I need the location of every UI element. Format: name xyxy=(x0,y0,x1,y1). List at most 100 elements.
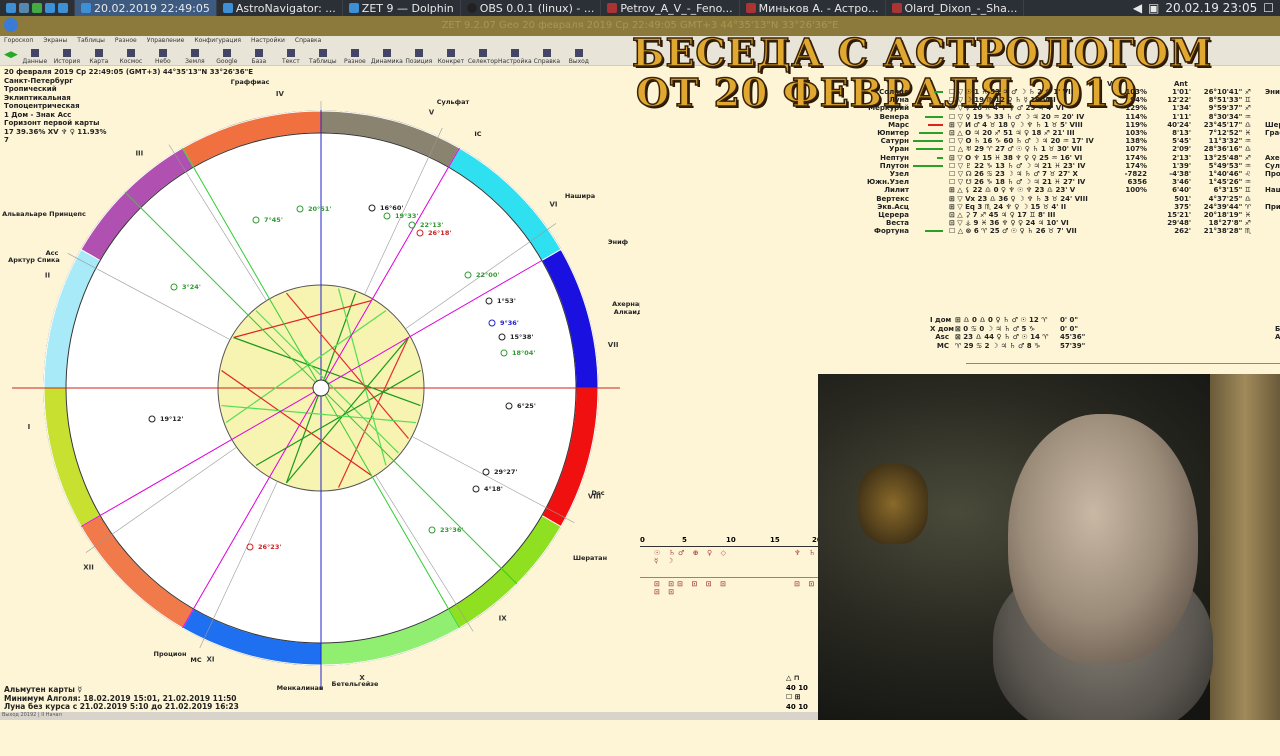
strength-bar xyxy=(913,107,943,109)
planet-row[interactable]: Южн.Узел ☐ ▽ ☋ 26 ♑ 18 ♄ ♂ ☽ ♃ 21 ♓ 27' I… xyxy=(860,178,1280,186)
planet-row[interactable]: Солнце ☐ ▽ ☉ 1 ♓ 53 ♃ ♂ ☽ ♄ 2 ♆ 1' VII 103… xyxy=(860,88,1280,96)
legend-value: 10 xyxy=(798,683,808,692)
planet-degree-label: 1°53' xyxy=(497,297,516,305)
toolbar-button[interactable]: Google xyxy=(212,46,242,65)
pdf-icon xyxy=(891,3,902,13)
ruler-glyphs: ☉ ♄♂ ⊕ ♀ ◇ ♆ ♄ ☿ ☽ xyxy=(654,549,819,565)
house-label: IV xyxy=(276,90,285,98)
planet-row[interactable]: Сатурн ☐ ▽ O ♄ 16 ♑ 60 ♄ ♂ ☽ ♃ 20 ♒ 17' I… xyxy=(860,137,1280,145)
toolbar-button[interactable]: Выход xyxy=(564,46,594,65)
menu-item[interactable]: Настройки xyxy=(251,36,285,46)
planet-position: ⊞ ▽ Eq 3 ♏ 24 ♆ ♀ ☽ 15 ♉ 4' II xyxy=(949,202,1067,211)
menu-item[interactable]: Экраны xyxy=(43,36,67,46)
menu-item[interactable]: Гороскоп xyxy=(4,36,33,46)
planet-row[interactable]: Луна ☐ ▽ ☽ 19 ♍ 12 ♀ ♄ ☿ 19 VIII 94% 12'22'… xyxy=(860,96,1280,104)
strength-bar xyxy=(913,123,943,126)
toolbar-button[interactable]: Космос xyxy=(116,46,146,65)
volume-icon[interactable]: ◀ xyxy=(1133,1,1142,15)
house-position: ⊠ 23 ♎ 44 ♀ ♄ ♂ ☉ 14 ♈ xyxy=(955,333,1049,341)
toolbar-button[interactable]: Разное xyxy=(340,46,370,65)
toolbar-button[interactable]: Таблицы xyxy=(308,46,338,65)
house-degree: 57'39" xyxy=(1060,341,1086,350)
planet-name: Луна xyxy=(889,96,909,105)
fixed-star-label: Бетельгейзе xyxy=(332,680,380,688)
menu-item[interactable]: Конфигурация xyxy=(194,36,241,46)
toolbar-button[interactable]: Динамика xyxy=(371,46,403,65)
legend-value: 10 xyxy=(798,702,808,711)
house-row[interactable]: Asc ⊠ 23 ♎ 44 ♀ ♄ ♂ ☉ 14 ♈ 45'36" Арктур xyxy=(930,333,1280,342)
network-icon[interactable]: ▣ xyxy=(1148,1,1159,15)
task-zet-chart[interactable]: 20.02.2019 22:49:05 xyxy=(75,0,217,16)
clock[interactable]: 20.02.19 23:05 xyxy=(1165,1,1257,15)
planet-row[interactable]: Веста ⊡ ▽ ⚶ 9 ♓ 36 ♆ ♀ ♀ 24 ♃ 10' VI 29'48… xyxy=(860,219,1280,227)
planet-name: Лилит xyxy=(884,186,909,195)
planet-row[interactable]: Вертекс ⊞ ▽ Vx 23 ♎ 36 ♀ ☽ ♆ ♄ 3 ♉ 24' VI… xyxy=(860,194,1280,203)
toolbar-button[interactable]: Небо xyxy=(148,46,178,65)
toolbar-button[interactable]: Настройка xyxy=(498,46,532,65)
task-label: ZET 9 — Dolphin xyxy=(361,1,454,15)
house-position: ⊠ 0 ♋ 0 ☽ ♃ ♄ ♂ 5 ♑ xyxy=(955,324,1036,333)
planet-name: Меркурий xyxy=(868,104,909,113)
speed: 29'48' xyxy=(1167,219,1191,228)
antiscion: 24°39'44" ♈ xyxy=(1203,202,1251,211)
house-row[interactable]: I дом ⊞ ♎ 0 ♎ 0 ♀ ♄ ♂ ☉ 12 ♈ 0' 0" xyxy=(930,316,1280,325)
task-dolphin[interactable]: ZET 9 — Dolphin xyxy=(343,0,461,16)
house-name: Asc xyxy=(935,333,949,341)
toolbar-button[interactable]: История xyxy=(52,46,82,65)
toolbar-icon xyxy=(510,49,519,57)
speed-pct: 6356 xyxy=(1127,178,1147,187)
toolbar-button[interactable]: Позиция xyxy=(404,46,434,65)
menu-item[interactable]: Управление xyxy=(147,36,185,46)
strength-bar xyxy=(913,222,943,224)
show-desktop-icon[interactable]: ☐ xyxy=(1263,1,1274,15)
planet-row[interactable]: Юпитер ⊡ △ O ♃ 20 ♐ 51 ♃ ♀ 18 ♐ 21' III 10… xyxy=(860,129,1280,137)
task-petrov[interactable]: Petrov_A_V_-_Feno... xyxy=(601,0,740,16)
toolbar-button[interactable]: Текст xyxy=(276,46,306,65)
planet-row[interactable]: Узел ☐ ▽ ☊ 26 ♋ 23 ☽ ♃ ♄ ♂ 7 ♉ 27' X -7822… xyxy=(860,170,1280,178)
toolbar-button[interactable]: Карта xyxy=(84,46,114,65)
planet-row[interactable]: Венера ☐ ▽ ♀ 19 ♑ 33 ♄ ♂ ☽ ♃ 20 ♒ 20' IV 1… xyxy=(860,113,1280,121)
antiscion: 1°45'26" ♒ xyxy=(1208,178,1251,187)
toolbar-label: Позиция xyxy=(405,58,433,65)
toolbar-icon xyxy=(94,49,103,57)
presenter-face xyxy=(1008,414,1198,664)
planet-row[interactable]: Нептун ⊡ ▽ O ♆ 15 ♓ 38 ♆ ♀ ♀ 25 ♒ 16' VI 1… xyxy=(860,154,1280,162)
nav-arrows-icon[interactable]: ◀▶ xyxy=(4,46,18,65)
planet-row[interactable]: Марс ⊞ ▽ И ♂ 4 ♉ 18 ♀ ☽ ♆ ♄ 1 ♉ 5' VIII 11… xyxy=(860,121,1280,129)
planet-row[interactable]: Меркурий ☐ ▽ ☿ 16 ♓ 4 ♆ ♀ ♂ 25 ♃ 4' VI 129… xyxy=(860,104,1280,112)
task-obs[interactable]: OBS 0.0.1 (linux) - ... xyxy=(461,0,602,16)
speed-pct: 138% xyxy=(1125,137,1147,146)
toolbar-icon xyxy=(414,49,423,57)
toolbar-icon xyxy=(446,49,455,57)
browser-icon xyxy=(222,3,233,13)
toolbar-button[interactable]: База xyxy=(244,46,274,65)
planet-row[interactable]: Плутон ☐ ▽ ♇ 22 ♑ 13 ♄ ♂ ☽ ♃ 21 ♓ 23' IV 1… xyxy=(860,162,1280,170)
task-astronavigator[interactable]: AstroNavigator: ... xyxy=(217,0,343,16)
speed-pct: 94% xyxy=(1130,96,1147,105)
toolbar-button[interactable]: Земля xyxy=(180,46,210,65)
toolbar-button[interactable]: Данные xyxy=(20,46,50,65)
natal-chart-wheel[interactable]: IIIIIIIVVVIVIIVIIIIXXXIXIIГраффиасСульфа… xyxy=(0,66,640,756)
toolbar-button[interactable]: Селектор xyxy=(468,46,498,65)
menu-item[interactable]: Таблицы xyxy=(77,36,105,46)
planet-row[interactable]: Церера ⊡ △ ⚳ 7 ♐ 45 ♃ ♀ 17 ♊ 8' III 15'21'… xyxy=(860,211,1280,219)
menu-item[interactable]: Справка xyxy=(295,36,321,46)
speed: 12'22' xyxy=(1167,96,1191,105)
house-row[interactable]: MC ♈ 29 ♋ 2 ☽ ♃ ♄ ♂ 8 ♑ 57'39" xyxy=(930,342,1280,351)
toolbar-button[interactable]: Конкрет xyxy=(436,46,466,65)
toolbar-button[interactable]: Справка xyxy=(532,46,562,65)
menu-item[interactable]: Разное xyxy=(115,36,137,46)
toolbar-label: База xyxy=(251,58,267,65)
app-icon[interactable] xyxy=(4,18,18,32)
planet-name: Узел xyxy=(889,169,909,178)
house-row[interactable]: X дом⊠ 0 ♋ 0 ☽ ♃ ♄ ♂ 5 ♑ 0' 0" Бетельгейзе xyxy=(930,325,1280,334)
planet-row[interactable]: Фортуна ☐ △ ⊗ 6 ♈ 25 ♂ ☉ ♀ ♄ 26 ♉ 7' VII 2… xyxy=(860,227,1280,235)
task-minkov[interactable]: Миньков А. - Астро... xyxy=(740,0,886,16)
launcher-icons[interactable] xyxy=(0,0,75,16)
planet-row[interactable]: Лилит ⊞ △ ⚸ 22 ♎ 0 ♀ ♆ ☉ ♆ 23 ♎ 23' V 100%… xyxy=(860,186,1280,194)
speed-pct: 174% xyxy=(1125,161,1147,170)
planet-row[interactable]: Экв.Асц ⊞ ▽ Eq 3 ♏ 24 ♆ ♀ ☽ 15 ♉ 4' II 375… xyxy=(860,203,1280,211)
task-olard[interactable]: Olard_Dixon_-_Sha... xyxy=(886,0,1025,16)
planet-row[interactable]: Уран ☐ △ ♅ 29 ♈ 27 ♂ ☉ ♀ ♄ 1 ♉ 30' VII 107… xyxy=(860,145,1280,153)
speed-pct: 100% xyxy=(1125,186,1147,195)
